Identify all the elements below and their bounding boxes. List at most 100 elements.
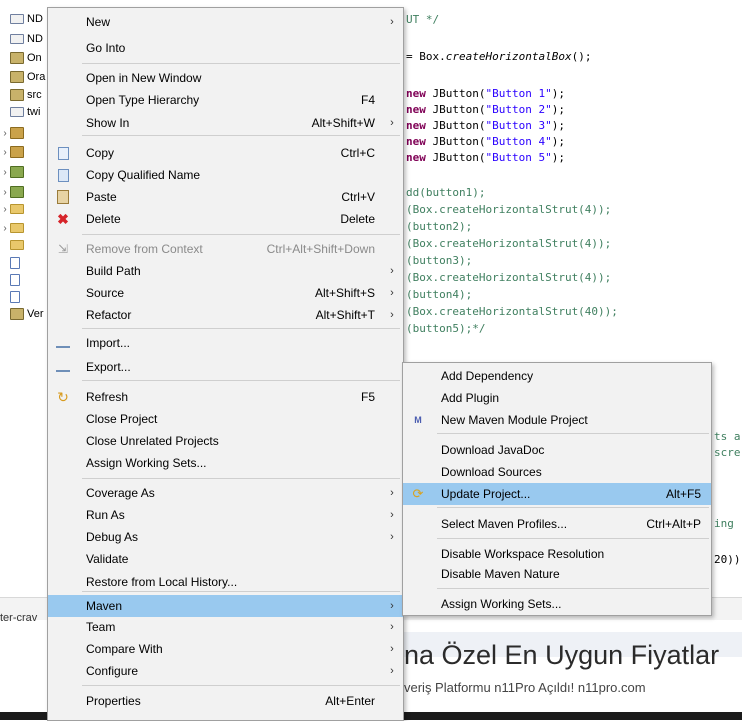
menu-item-delete[interactable]: ✖ Delete Delete: [48, 208, 403, 230]
expand-chevron-icon[interactable]: ›: [0, 223, 10, 234]
menu-item-source[interactable]: Source Alt+Shift+S ›: [48, 282, 403, 304]
code-line[interactable]: = Box.createHorizontalBox();: [406, 50, 591, 63]
tree-item[interactable]: Ver: [0, 305, 44, 323]
tree-item[interactable]: ›: [0, 163, 27, 181]
menu-item-open-in-new-window[interactable]: Open in New Window: [48, 67, 403, 89]
tree-item[interactable]: ›: [0, 124, 27, 142]
menu-item-go-into[interactable]: Go Into: [48, 37, 403, 59]
tree-item[interactable]: twi: [0, 103, 40, 121]
menu-item-add-dependency[interactable]: Add Dependency: [403, 365, 711, 387]
code-line[interactable]: ing: [714, 517, 734, 530]
code-line[interactable]: (Box.createHorizontalStrut(40));: [406, 305, 618, 318]
ad-subtitle[interactable]: veriş Platformu n11Pro Açıldı! n11pro.co…: [404, 680, 646, 695]
menu-item-open-type-hierarchy[interactable]: Open Type Hierarchy F4: [48, 89, 403, 111]
bottom-view-tab[interactable]: ter-crav: [0, 612, 37, 630]
menu-item-close-project[interactable]: Close Project: [48, 408, 403, 430]
ad-title[interactable]: na Özel En Uygun Fiyatlar: [404, 640, 719, 671]
tree-item[interactable]: [0, 271, 23, 289]
code-line[interactable]: (Box.createHorizontalStrut(4));: [406, 237, 611, 250]
code-line[interactable]: (Box.createHorizontalStrut(4));: [406, 271, 611, 284]
menu-item-download-javadoc[interactable]: Download JavaDoc: [403, 439, 711, 461]
menu-item-coverage-as[interactable]: Coverage As ›: [48, 482, 403, 504]
menu-item-copy[interactable]: Copy Ctrl+C: [48, 142, 403, 164]
code-line[interactable]: new JButton("Button 5");: [406, 151, 565, 164]
code-line[interactable]: new JButton("Button 4");: [406, 135, 565, 148]
menu-item-team[interactable]: Team ›: [48, 616, 403, 638]
menu-item-disable-workspace-resolution[interactable]: Disable Workspace Resolution: [403, 543, 711, 565]
menu-item-assign-working-sets[interactable]: Assign Working Sets...: [403, 593, 711, 615]
tree-item[interactable]: [0, 254, 23, 272]
menu-item-import[interactable]: Import...: [48, 332, 403, 354]
code-token: ts a: [714, 430, 741, 443]
menu-item-validate[interactable]: Validate: [48, 548, 403, 570]
tree-item-label: Ora: [27, 71, 46, 83]
code-line[interactable]: new JButton("Button 1");: [406, 87, 565, 100]
menu-item-new[interactable]: New ›: [48, 11, 403, 33]
code-token: "Button 2": [485, 103, 552, 116]
code-line[interactable]: (Box.createHorizontalStrut(4));: [406, 203, 611, 216]
tree-item[interactable]: ND: [0, 10, 43, 28]
menu-item-refresh[interactable]: ↻ Refresh F5: [48, 386, 403, 408]
menu-separator: [82, 478, 400, 479]
menu-item-label: Select Maven Profiles...: [441, 517, 568, 531]
expand-chevron-icon[interactable]: ›: [0, 147, 10, 158]
tree-item[interactable]: [0, 288, 23, 306]
menu-item-run-as[interactable]: Run As ›: [48, 504, 403, 526]
menu-item-debug-as[interactable]: Debug As ›: [48, 526, 403, 548]
menu-item-update-project[interactable]: ⟳ Update Project... Alt+F5: [403, 483, 711, 505]
menu-item-configure[interactable]: Configure ›: [48, 660, 403, 682]
menu-item-compare-with[interactable]: Compare With ›: [48, 638, 403, 660]
tree-item[interactable]: [0, 236, 27, 254]
expand-chevron-icon[interactable]: ›: [0, 128, 10, 139]
expand-chevron-icon[interactable]: ›: [0, 187, 10, 198]
code-line[interactable]: ts a: [714, 430, 741, 443]
menu-item-show-in[interactable]: Show In Alt+Shift+W ›: [48, 112, 403, 134]
code-line[interactable]: new JButton("Button 2");: [406, 103, 565, 116]
menu-item-select-maven-profiles[interactable]: Select Maven Profiles... Ctrl+Alt+P: [403, 513, 711, 535]
menu-item-export[interactable]: Export...: [48, 356, 403, 378]
tree-item[interactable]: ND: [0, 30, 43, 48]
menu-item-new-maven-module-project[interactable]: M New Maven Module Project: [403, 409, 711, 431]
menu-item-icon-slot: ⟳: [403, 487, 433, 501]
code-line[interactable]: dd(button1);: [406, 186, 485, 199]
menu-item-disable-maven-nature[interactable]: Disable Maven Nature: [403, 563, 711, 585]
tree-item[interactable]: ›: [0, 219, 27, 237]
submenu-arrow-icon: ›: [390, 16, 394, 28]
code-line[interactable]: (button3);: [406, 254, 472, 267]
code-token: "Button 4": [485, 135, 552, 148]
menu-item-copy-qualified-name[interactable]: Copy Qualified Name: [48, 164, 403, 186]
code-line[interactable]: new JButton("Button 3");: [406, 119, 565, 132]
menu-item-maven[interactable]: Maven ›: [48, 595, 403, 617]
code-line[interactable]: (button2);: [406, 220, 472, 233]
tree-item[interactable]: ›: [0, 143, 27, 161]
menu-item-download-sources[interactable]: Download Sources: [403, 461, 711, 483]
menu-item-properties[interactable]: Properties Alt+Enter: [48, 690, 403, 712]
code-line[interactable]: UT */: [406, 13, 439, 26]
menu-item-label: Coverage As: [86, 486, 155, 500]
menu-item-restore-from-local-history[interactable]: Restore from Local History...: [48, 571, 403, 593]
menu-item-paste[interactable]: Paste Ctrl+V: [48, 186, 403, 208]
menu-item-label: Update Project...: [441, 487, 531, 501]
submenu-arrow-icon: ›: [390, 600, 394, 612]
menu-item-shortcut: Alt+Shift+W: [311, 116, 375, 130]
code-token: JButton(: [425, 87, 486, 100]
tree-item[interactable]: On: [0, 49, 42, 67]
tree-item[interactable]: ›: [0, 200, 27, 218]
menu-item-close-unrelated-projects[interactable]: Close Unrelated Projects: [48, 430, 403, 452]
tree-item[interactable]: ›: [0, 183, 27, 201]
code-line[interactable]: (button4);: [406, 288, 472, 301]
menu-item-refactor[interactable]: Refactor Alt+Shift+T ›: [48, 304, 403, 326]
menu-item-add-plugin[interactable]: Add Plugin: [403, 387, 711, 409]
expand-chevron-icon[interactable]: ›: [0, 167, 10, 178]
expand-chevron-icon[interactable]: ›: [0, 204, 10, 215]
menu-item-assign-working-sets[interactable]: Assign Working Sets...: [48, 452, 403, 474]
code-line[interactable]: 20)): [714, 553, 741, 566]
tree-item-label: On: [27, 52, 42, 64]
menu-separator: [82, 135, 400, 136]
tree-item[interactable]: Ora: [0, 68, 45, 86]
code-line[interactable]: (button5);*/: [406, 322, 485, 335]
menu-item-build-path[interactable]: Build Path ›: [48, 260, 403, 282]
code-token: 20)): [714, 553, 741, 566]
tree-item[interactable]: src: [0, 86, 42, 104]
code-line[interactable]: scre: [714, 446, 741, 459]
